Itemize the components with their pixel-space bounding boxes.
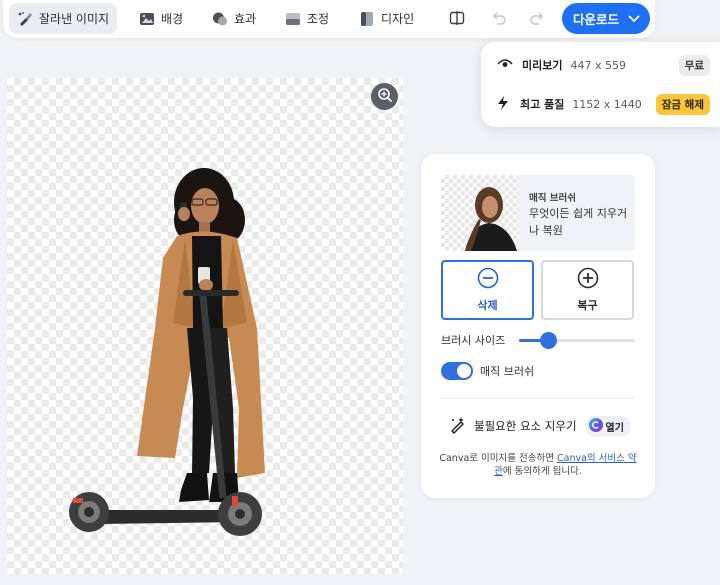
erase-mode-label: 삭제	[477, 299, 498, 312]
design-icon	[359, 11, 375, 27]
effects-icon	[212, 11, 228, 27]
magic-brush-toggle-label: 매직 브러쉬	[480, 365, 535, 378]
tool-background[interactable]: 배경	[131, 3, 191, 34]
image-canvas[interactable]	[7, 78, 403, 574]
tool-adjust-label: 조정	[307, 12, 330, 26]
unlock-badge: 잠금 해제	[655, 93, 710, 115]
download-button[interactable]: 다운로드	[562, 3, 650, 34]
open-pill[interactable]: 열기	[585, 415, 630, 437]
erase-mode-button[interactable]: 삭제	[441, 260, 534, 320]
download-option-preview-label: 미리보기	[522, 59, 563, 72]
eye-icon	[497, 58, 513, 73]
terms-suffix: 에 동의하게 됩니다.	[502, 466, 582, 477]
restore-mode-button[interactable]: 복구	[541, 260, 634, 320]
divider	[441, 398, 635, 399]
tool-design[interactable]: 디자인	[351, 3, 422, 34]
download-label: 다운로드	[573, 12, 620, 27]
download-menu: 미리보기 447 x 559 무료 최고 품질 1152 x 1440 잠금 해…	[481, 42, 720, 127]
magic-brush-thumbnail	[441, 175, 519, 251]
download-option-preview-dims: 447 x 559	[570, 58, 626, 72]
brush-size-row: 브러시 사이즈	[441, 332, 635, 349]
brush-icon	[17, 11, 33, 27]
restore-mode-label: 복구	[577, 299, 598, 312]
tool-design-label: 디자인	[381, 12, 415, 26]
bolt-icon	[497, 95, 509, 113]
zoom-button[interactable]	[371, 83, 398, 110]
magic-brush-toggle[interactable]	[441, 362, 473, 380]
open-label: 열기	[605, 422, 624, 434]
compare-button[interactable]	[444, 6, 470, 32]
redo-icon	[529, 10, 545, 29]
download-option-hq[interactable]: 최고 품질 1152 x 1440 잠금 해제	[497, 93, 710, 115]
redo-button[interactable]	[524, 6, 550, 32]
adjust-icon	[285, 12, 301, 26]
tool-adjust[interactable]: 조정	[277, 3, 337, 34]
undo-icon	[491, 10, 507, 29]
erase-unwanted-button[interactable]: 불필요한 요소 지우기 열기	[449, 414, 630, 438]
magic-brush-panel: 매직 브러쉬 무엇이든 쉽게 지우거나 복원 삭제 복구 브러시 사이즈 매직 …	[421, 154, 655, 498]
terms-notice: Canva로 이미지를 전송하면 Canva의 서비스 약관에 동의하게 됩니다…	[435, 452, 641, 478]
tool-cutout[interactable]: 잘라낸 이미지	[9, 3, 118, 34]
minus-circle-icon	[477, 267, 499, 292]
tool-effects[interactable]: 효과	[204, 3, 264, 34]
undo-button[interactable]	[486, 6, 512, 32]
image-icon	[139, 12, 155, 26]
brush-size-slider[interactable]	[519, 332, 635, 349]
erase-unwanted-label: 불필요한 요소 지우기	[474, 419, 577, 433]
magic-brush-info-card: 매직 브러쉬 무엇이든 쉽게 지우거나 복원	[441, 175, 635, 251]
magic-brush-info-desc: 무엇이든 쉽게 지우거나 복원	[529, 207, 628, 237]
brush-size-slider-knob[interactable]	[540, 332, 557, 349]
magic-brush-info-title: 매직 브러쉬	[529, 193, 577, 204]
cutout-subject-image	[69, 168, 265, 536]
toolbar: 잘라낸 이미지 배경 효과 조정 디자인 다운로드	[3, 0, 655, 38]
free-badge: 무료	[678, 54, 710, 76]
magic-brush-toggle-row: 매직 브러쉬	[441, 361, 534, 381]
compare-icon	[449, 10, 465, 29]
brush-size-label: 브러시 사이즈	[441, 334, 506, 347]
download-option-hq-dims: 1152 x 1440	[572, 97, 642, 111]
zoom-in-icon	[377, 87, 393, 107]
terms-prefix: Canva로 이미지를 전송하면	[439, 453, 557, 464]
tool-background-label: 배경	[161, 12, 184, 26]
download-option-hq-label: 최고 품질	[520, 98, 565, 111]
download-option-preview[interactable]: 미리보기 447 x 559 무료	[497, 54, 710, 76]
tool-cutout-label: 잘라낸 이미지	[39, 12, 110, 26]
plus-circle-icon	[577, 267, 599, 292]
tool-effects-label: 효과	[234, 12, 257, 26]
canva-logo-icon	[588, 417, 603, 435]
magic-eraser-icon	[449, 416, 467, 437]
chevron-down-icon	[628, 11, 640, 26]
